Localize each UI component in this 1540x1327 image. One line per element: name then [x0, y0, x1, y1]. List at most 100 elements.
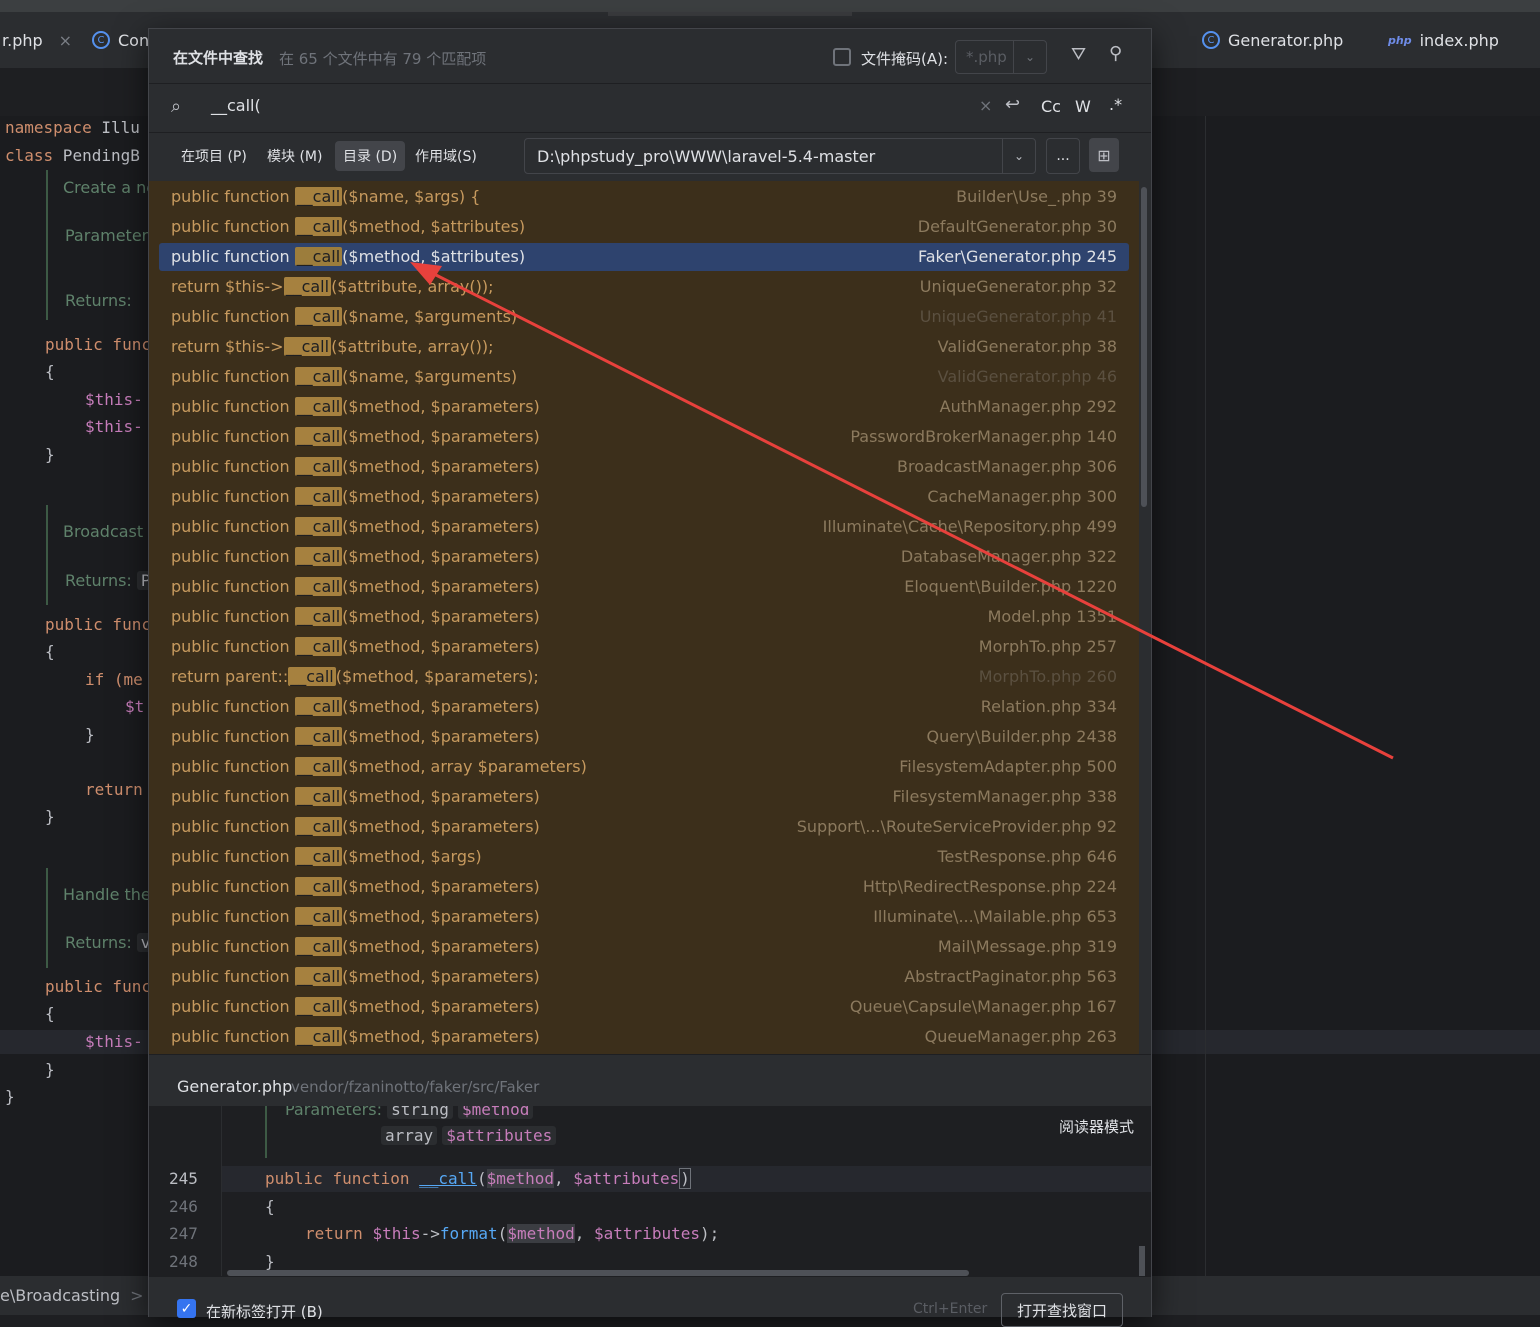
- result-row[interactable]: public function __call ($method, $paramet…: [159, 963, 1129, 991]
- result-code: public function __call ($method, $paramet…: [171, 967, 540, 986]
- code-line: }: [85, 725, 95, 744]
- result-row[interactable]: public function __call ($method, $paramet…: [159, 483, 1129, 511]
- editor-tab-generator[interactable]: C Generator.php: [1202, 12, 1343, 68]
- recursive-tree-icon[interactable]: ⊞: [1089, 138, 1119, 172]
- editor-tab-con[interactable]: C Con: [92, 12, 149, 68]
- reader-mode-toggle[interactable]: 阅读器模式: [1059, 1116, 1134, 1137]
- editor-tab-index[interactable]: php index.php: [1388, 12, 1499, 68]
- code-line: {: [45, 642, 55, 661]
- results-scrollbar[interactable]: [1139, 181, 1149, 1054]
- chevron-down-icon[interactable]: ⌄: [1002, 139, 1035, 173]
- match-count: 在 65 个文件中有 79 个匹配项: [279, 50, 487, 68]
- result-row[interactable]: public function __call ($method, $args) Te…: [159, 843, 1129, 871]
- tab-project[interactable]: 在项目 (P): [173, 141, 255, 171]
- doc-comment-bar: [46, 868, 48, 968]
- result-row[interactable]: public function __call ($method, $paramet…: [159, 1023, 1129, 1051]
- line-number: 245: [169, 1169, 198, 1188]
- result-file: Query\Builder.php 2438: [926, 727, 1117, 746]
- match-highlight: __call: [294, 907, 343, 926]
- result-file: AbstractPaginator.php 563: [904, 967, 1117, 986]
- result-code: public function __call ($method, $paramet…: [171, 427, 540, 446]
- result-file: Support\...\RouteServiceProvider.php 92: [796, 817, 1117, 836]
- tab-label: r.php: [2, 30, 43, 50]
- match-highlight: __call: [294, 577, 343, 596]
- result-code: public function __call ($method, $paramet…: [171, 577, 540, 596]
- result-file: DatabaseManager.php 322: [900, 547, 1117, 566]
- result-row[interactable]: public function __call ($method, $paramet…: [159, 813, 1129, 841]
- result-row[interactable]: public function __call ($method, $paramet…: [159, 873, 1129, 901]
- tab-module[interactable]: 模块 (M): [259, 141, 330, 171]
- result-file: Eloquent\Builder.php 1220: [904, 577, 1117, 596]
- tab-directory[interactable]: 目录 (D): [335, 141, 406, 171]
- tab-label: index.php: [1419, 30, 1499, 50]
- file-mask-checkbox[interactable]: [833, 48, 851, 66]
- result-row-selected[interactable]: public function __call ($method, $attribu…: [159, 243, 1129, 271]
- whole-words-toggle[interactable]: W: [1075, 97, 1091, 116]
- search-input[interactable]: __call(: [211, 96, 261, 115]
- result-row[interactable]: return $this-> __call ($attribute, array()…: [159, 333, 1129, 361]
- regex-toggle[interactable]: .*: [1109, 95, 1122, 114]
- result-row[interactable]: public function __call ($method, $paramet…: [159, 603, 1129, 631]
- result-row[interactable]: public function __call ($method, $paramet…: [159, 393, 1129, 421]
- result-row[interactable]: public function __call ($method, $paramet…: [159, 573, 1129, 601]
- open-in-new-tab-checkbox[interactable]: ✓: [177, 1299, 196, 1318]
- result-code: public function __call ($method, $paramet…: [171, 457, 540, 476]
- result-row[interactable]: public function __call ($method, $paramet…: [159, 723, 1129, 751]
- preview-doc-line: array $attributes: [381, 1126, 557, 1145]
- result-file: TestResponse.php 646: [937, 847, 1117, 866]
- result-row[interactable]: public function __call ($method, $paramet…: [159, 633, 1129, 661]
- preview-vertical-scrollbar[interactable]: [1139, 1246, 1145, 1276]
- editor-tab-rphp[interactable]: r.php ×: [2, 12, 72, 68]
- result-row[interactable]: return $this-> __call ($attribute, array()…: [159, 273, 1129, 301]
- doc-text: Handle the: [63, 885, 151, 904]
- code-line: return: [85, 780, 143, 799]
- scrollbar-thumb[interactable]: [1141, 187, 1147, 507]
- file-mask-input[interactable]: *.php ⌄: [955, 40, 1047, 74]
- code-preview[interactable]: Parameters: string $method array $attrib…: [149, 1106, 1151, 1276]
- result-row[interactable]: public function __call ($method, $paramet…: [159, 783, 1129, 811]
- result-row[interactable]: public function __call ($method, $paramet…: [159, 903, 1129, 931]
- result-row[interactable]: public function __call ($method, $paramet…: [159, 453, 1129, 481]
- result-row[interactable]: return parent:: __call ($method, $paramete…: [159, 663, 1129, 691]
- close-icon[interactable]: ×: [59, 31, 72, 50]
- open-in-new-tab-label: 在新标签打开 (B): [206, 1303, 323, 1321]
- tab-label: Generator.php: [1228, 30, 1344, 50]
- result-row[interactable]: public function __call ($method, $paramet…: [159, 543, 1129, 571]
- result-file: Model.php 1351: [987, 607, 1117, 626]
- chevron-right-icon: >: [130, 1286, 144, 1305]
- directory-field[interactable]: D:\phpstudy_pro\WWW\laravel-5.4-master ⌄: [524, 138, 1036, 174]
- result-row[interactable]: public function __call ($name, $args) {Bu…: [159, 183, 1129, 211]
- filter-icon[interactable]: ⛛: [1071, 44, 1086, 65]
- clear-icon[interactable]: ×: [979, 96, 992, 115]
- result-code: public function __call ($method, $paramet…: [171, 547, 540, 566]
- result-code: public function __call ($name, $arguments…: [171, 367, 518, 386]
- search-icon[interactable]: ⌕: [171, 96, 181, 117]
- breadcrumb-item[interactable]: e\Broadcasting: [0, 1286, 120, 1305]
- chevron-down-icon[interactable]: ⌄: [1013, 41, 1046, 73]
- pin-icon[interactable]: ⚲: [1109, 43, 1122, 64]
- result-code: public function __call ($method, $paramet…: [171, 997, 540, 1016]
- result-row[interactable]: public function __call ($method, array $p…: [159, 753, 1129, 781]
- new-line-icon[interactable]: ↩: [1005, 94, 1020, 115]
- result-row[interactable]: public function __call ($name, $arguments…: [159, 303, 1129, 331]
- match-highlight: __call: [294, 967, 343, 986]
- browse-button[interactable]: ...: [1046, 138, 1080, 174]
- match-highlight: __call: [294, 727, 343, 746]
- open-find-window-button[interactable]: 打开查找窗口: [1001, 1293, 1123, 1327]
- doc-text: Returns: P: [65, 571, 155, 590]
- file-mask-label: 文件掩码(A):: [861, 50, 949, 68]
- result-row[interactable]: public function __call ($method, $paramet…: [159, 933, 1129, 961]
- result-file: DefaultGenerator.php 30: [917, 217, 1117, 236]
- match-highlight: __call: [294, 397, 343, 416]
- result-file: AuthManager.php 292: [939, 397, 1117, 416]
- tab-scope[interactable]: 作用域(S): [407, 141, 485, 171]
- result-row[interactable]: public function __call ($method, $paramet…: [159, 993, 1129, 1021]
- result-row[interactable]: public function __call ($method, $paramet…: [159, 513, 1129, 541]
- result-row[interactable]: public function __call ($method, $paramet…: [159, 693, 1129, 721]
- preview-file-name: Generator.php: [177, 1077, 293, 1096]
- result-row[interactable]: public function __call ($name, $arguments…: [159, 363, 1129, 391]
- match-case-toggle[interactable]: Cc: [1041, 97, 1061, 116]
- result-row[interactable]: public function __call ($method, $paramet…: [159, 423, 1129, 451]
- result-file: Relation.php 334: [980, 697, 1117, 716]
- result-row[interactable]: public function __call ($method, $attribu…: [159, 213, 1129, 241]
